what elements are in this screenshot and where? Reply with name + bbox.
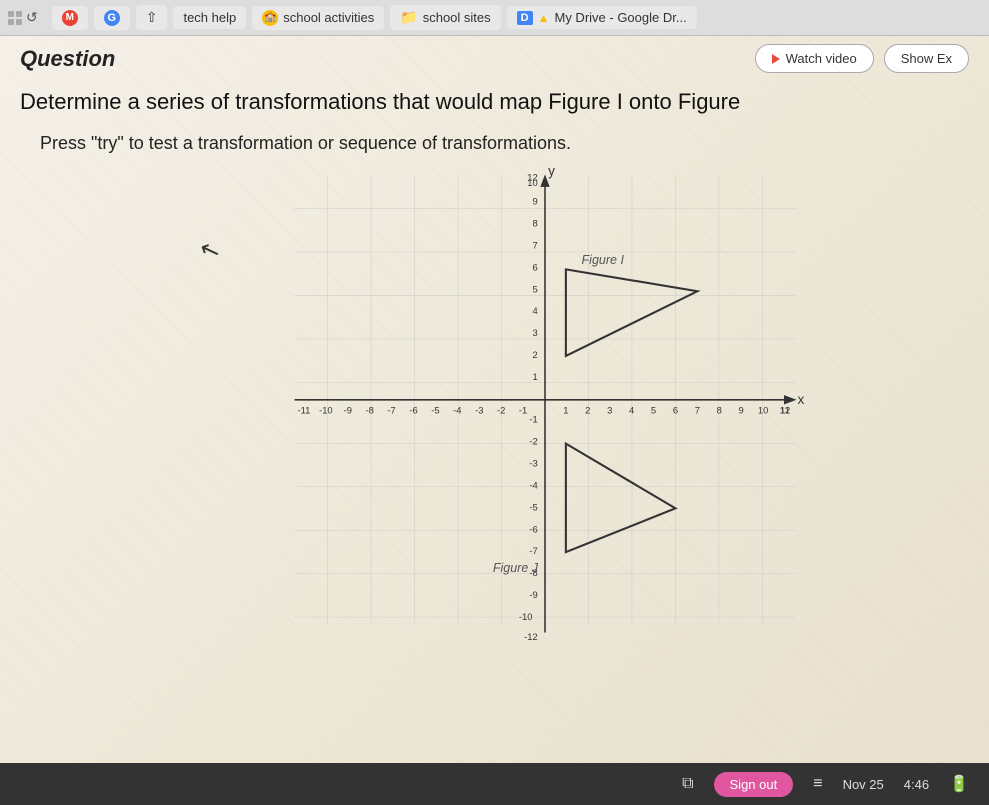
tab-item-google[interactable]: G (94, 6, 130, 30)
tech-help-label: tech help (183, 10, 236, 25)
svg-text:9: 9 (532, 195, 537, 206)
school-activities-icon: 🏫 (262, 10, 278, 26)
svg-text:2: 2 (532, 349, 537, 360)
figure-j-triangle (565, 443, 675, 552)
header-buttons: Watch video Show Ex (755, 44, 969, 73)
svg-text:-4: -4 (453, 404, 461, 415)
show-ex-label: Show Ex (901, 51, 952, 66)
drive-d-icon: D (517, 11, 533, 25)
svg-text:12: 12 (779, 404, 789, 415)
svg-text:7: 7 (532, 239, 537, 250)
svg-text:-9: -9 (529, 589, 537, 600)
svg-text:3: 3 (607, 404, 612, 415)
cursor-arrow: ↖ (196, 233, 225, 267)
menu-icon[interactable]: ≡ (813, 775, 822, 793)
svg-text:8: 8 (716, 404, 721, 415)
bottom-bar: ⧉ Sign out ≡ Nov 25 4:46 🔋 (0, 763, 989, 805)
bottom-bar-icons: ⧉ (682, 775, 693, 793)
question-label: Question (20, 46, 115, 72)
svg-text:4: 4 (628, 404, 633, 415)
share-icon: ⇧ (146, 9, 158, 26)
svg-text:-7: -7 (529, 545, 537, 556)
svg-text:-1: -1 (518, 404, 526, 415)
svg-text:-2: -2 (529, 435, 537, 446)
sign-out-button[interactable]: Sign out (714, 772, 794, 797)
svg-text:-10: -10 (319, 404, 333, 415)
apps-icon[interactable] (8, 11, 22, 25)
tab-item-school-activities[interactable]: 🏫 school activities (252, 6, 384, 30)
svg-text:3: 3 (532, 327, 537, 338)
svg-text:9: 9 (738, 404, 743, 415)
header-row: Question Watch video Show Ex (0, 36, 989, 77)
svg-text:10: 10 (757, 404, 767, 415)
school-sites-folder-icon: 📁 (400, 9, 417, 26)
back-icon[interactable]: ↺ (26, 9, 38, 26)
svg-text:-9: -9 (343, 404, 351, 415)
tab-item-school-sites[interactable]: 📁 school sites (390, 5, 500, 30)
svg-text:-5: -5 (529, 501, 537, 512)
show-ex-button[interactable]: Show Ex (884, 44, 969, 73)
svg-text:-3: -3 (529, 457, 537, 468)
x-axis-label: x (797, 392, 804, 407)
tab-item-m[interactable]: M (52, 6, 88, 30)
figure-j-label: Figure J (492, 561, 538, 575)
figure-i-triangle (565, 269, 696, 356)
play-icon (772, 54, 780, 64)
time-display: 4:46 (904, 777, 929, 792)
school-sites-label: school sites (423, 10, 491, 25)
figure-i-label: Figure I (581, 253, 624, 267)
copy-icon[interactable]: ⧉ (682, 775, 693, 793)
school-activities-label: school activities (283, 10, 374, 25)
svg-text:6: 6 (672, 404, 677, 415)
date-display: Nov 25 (843, 777, 884, 792)
svg-text:-6: -6 (529, 523, 537, 534)
svg-text:2: 2 (585, 404, 590, 415)
tab-m-icon: M (62, 10, 78, 26)
svg-text:-1: -1 (529, 414, 537, 425)
watch-video-button[interactable]: Watch video (755, 44, 874, 73)
svg-text:-4: -4 (529, 479, 537, 490)
svg-text:6: 6 (532, 261, 537, 272)
watch-video-label: Watch video (786, 51, 857, 66)
svg-text:-2: -2 (497, 404, 505, 415)
question-main-text: Determine a series of transformations th… (20, 89, 740, 114)
graph-container: x y 1 2 3 4 5 6 7 8 9 10 11 -1 -2 -3 -4 … (245, 165, 845, 645)
y-axis-label: y (548, 165, 555, 178)
time-value: 4:46 (904, 777, 929, 792)
svg-text:4: 4 (532, 305, 537, 316)
question-text: Determine a series of transformations th… (0, 77, 989, 122)
main-content: Question Watch video Show Ex Determine a… (0, 36, 989, 805)
svg-text:12: 12 (527, 171, 537, 182)
svg-text:5: 5 (532, 283, 537, 294)
battery-icon: 🔋 (949, 774, 969, 794)
instruction-text: Press "try" to test a transformation or … (0, 122, 989, 165)
svg-text:1: 1 (563, 404, 568, 415)
browser-icons: ↺ (8, 9, 38, 26)
svg-text:-7: -7 (387, 404, 395, 415)
svg-text:-5: -5 (431, 404, 439, 415)
svg-text:5: 5 (650, 404, 655, 415)
svg-text:1: 1 (532, 371, 537, 382)
svg-text:-3: -3 (475, 404, 483, 415)
coordinate-graph: x y 1 2 3 4 5 6 7 8 9 10 11 -1 -2 -3 -4 … (245, 165, 845, 645)
tab-google-icon: G (104, 10, 120, 26)
date-value: Nov 25 (843, 777, 884, 792)
sign-out-label: Sign out (730, 777, 778, 792)
svg-text:-12: -12 (524, 631, 538, 642)
tab-item-share[interactable]: ⇧ (136, 5, 168, 30)
tab-bar: ↺ M G ⇧ tech help 🏫 school activities 📁 … (0, 0, 989, 36)
svg-text:-6: -6 (409, 404, 417, 415)
instruction-content: Press "try" to test a transformation or … (40, 133, 571, 153)
svg-text:8: 8 (532, 217, 537, 228)
tab-item-tech-help[interactable]: tech help (173, 6, 246, 29)
drive-label: My Drive - Google Dr... (554, 10, 686, 25)
svg-text:-10: -10 (518, 611, 532, 622)
svg-text:7: 7 (694, 404, 699, 415)
svg-text:-11: -11 (297, 404, 310, 415)
svg-text:-8: -8 (365, 404, 373, 415)
drive-triangle-icon: ▲ (538, 11, 550, 25)
tab-item-drive[interactable]: D ▲ My Drive - Google Dr... (507, 6, 697, 29)
